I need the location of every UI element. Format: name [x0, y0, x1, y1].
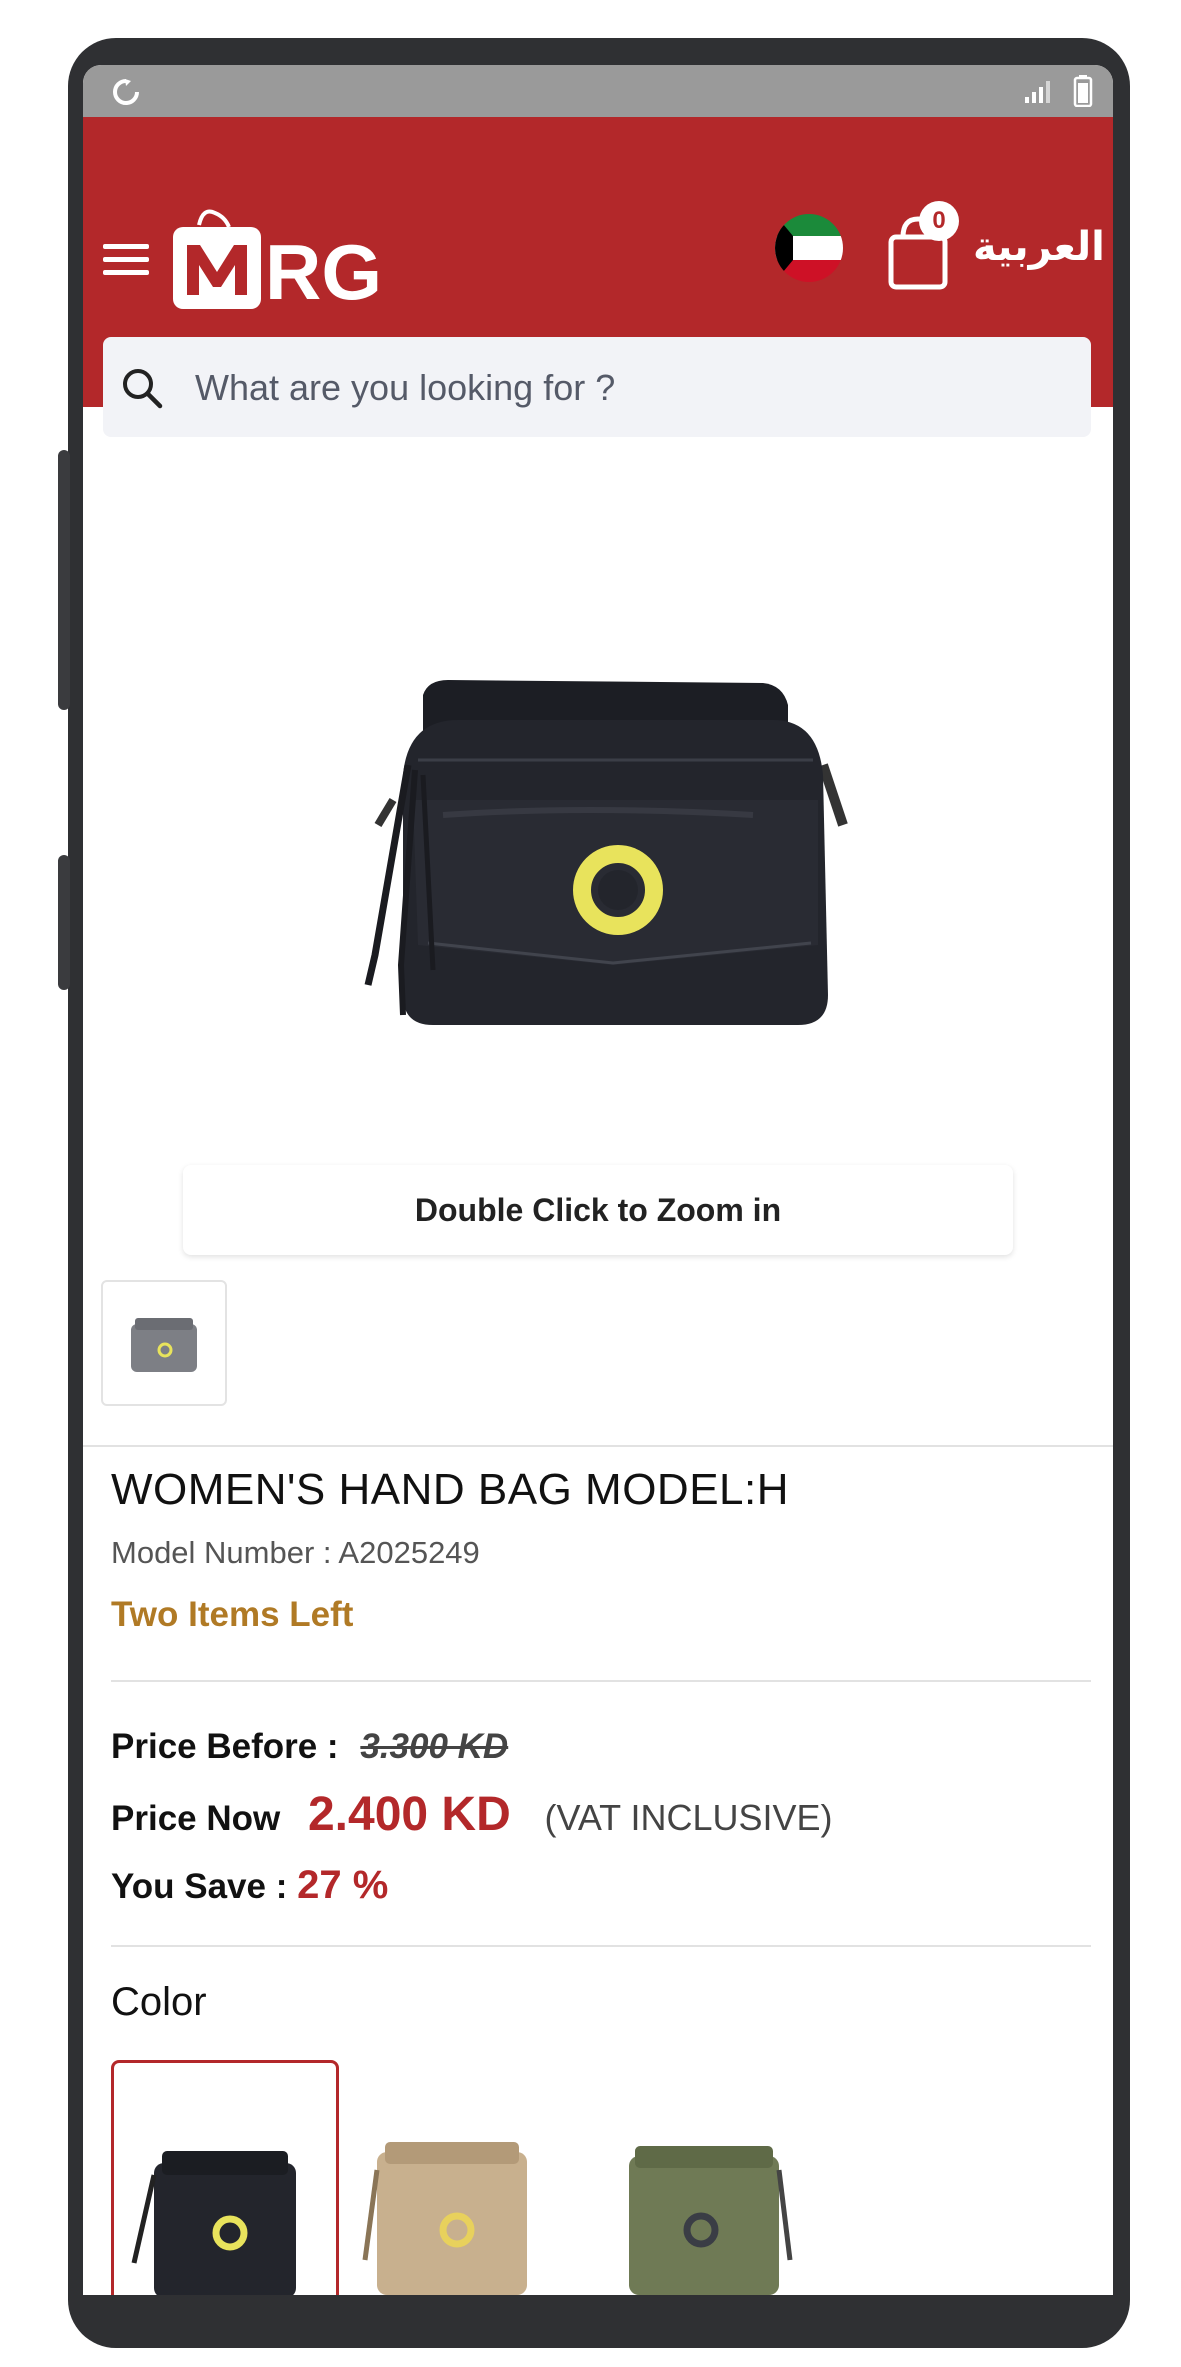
stock-status: Two Items Left [111, 1595, 354, 1634]
gallery-divider [83, 1445, 1113, 1447]
price-before-row: Price Before : 3.300 KD [111, 1727, 508, 1767]
cart-count-badge: 0 [919, 201, 959, 241]
color-section-title: Color [111, 1980, 207, 2024]
black-bag-image [131, 2151, 296, 2295]
side-button-lower [58, 855, 70, 990]
battery-icon [1073, 75, 1093, 107]
price-now-value: 2.400 KD [307, 1788, 511, 1841]
mrg-logo[interactable]: RG [169, 207, 409, 317]
thumbnail-bag-image [131, 1318, 197, 1372]
menu-icon[interactable] [103, 242, 151, 278]
beige-bag-image [362, 2142, 527, 2295]
language-switch[interactable]: العربية [973, 217, 1105, 277]
model-number: Model Number : A2025249 [111, 1535, 480, 1570]
details-divider [111, 1680, 1091, 1682]
svg-text:RG: RG [265, 228, 382, 316]
price-divider [111, 1945, 1091, 1947]
search-icon[interactable] [119, 365, 165, 411]
vat-note: (VAT INCLUSIVE) [544, 1797, 833, 1838]
price-before-value: 3.300 KD [360, 1727, 509, 1766]
you-save-label: You Save : [111, 1867, 288, 1906]
color-swatch-olive-green[interactable] [575, 2060, 797, 2295]
product-title: WOMEN'S HAND BAG MODEL:H [111, 1465, 790, 1514]
phone-bottom-bezel [83, 2295, 1113, 2325]
olive-green-bag-image [629, 2146, 793, 2295]
status-bar [83, 65, 1113, 117]
site-header: RG 0 العربية [83, 117, 1113, 439]
phone-screen: RG 0 العربية What are you looking for ? … [83, 65, 1113, 2295]
price-before-label: Price Before : [111, 1727, 339, 1766]
product-thumbnail[interactable] [101, 1280, 227, 1406]
you-save-row: You Save : 27 % [111, 1863, 388, 1908]
color-swatch-black[interactable] [111, 2060, 339, 2295]
kuwait-flag-icon[interactable] [773, 212, 845, 284]
signal-icon [1025, 81, 1050, 103]
product-main-image[interactable] [283, 625, 923, 1125]
you-save-value: 27 % [297, 1863, 389, 1907]
refresh-icon [113, 79, 139, 105]
search-bar[interactable] [103, 337, 1091, 439]
zoom-hint-button[interactable]: Double Click to Zoom in [183, 1165, 1013, 1255]
search-input[interactable] [193, 337, 1057, 439]
price-now-row: Price Now 2.400 KD (VAT INCLUSIVE) [111, 1787, 833, 1842]
side-button-upper [58, 450, 70, 710]
price-now-label: Price Now [111, 1799, 281, 1838]
color-swatch-beige[interactable] [343, 2060, 565, 2295]
